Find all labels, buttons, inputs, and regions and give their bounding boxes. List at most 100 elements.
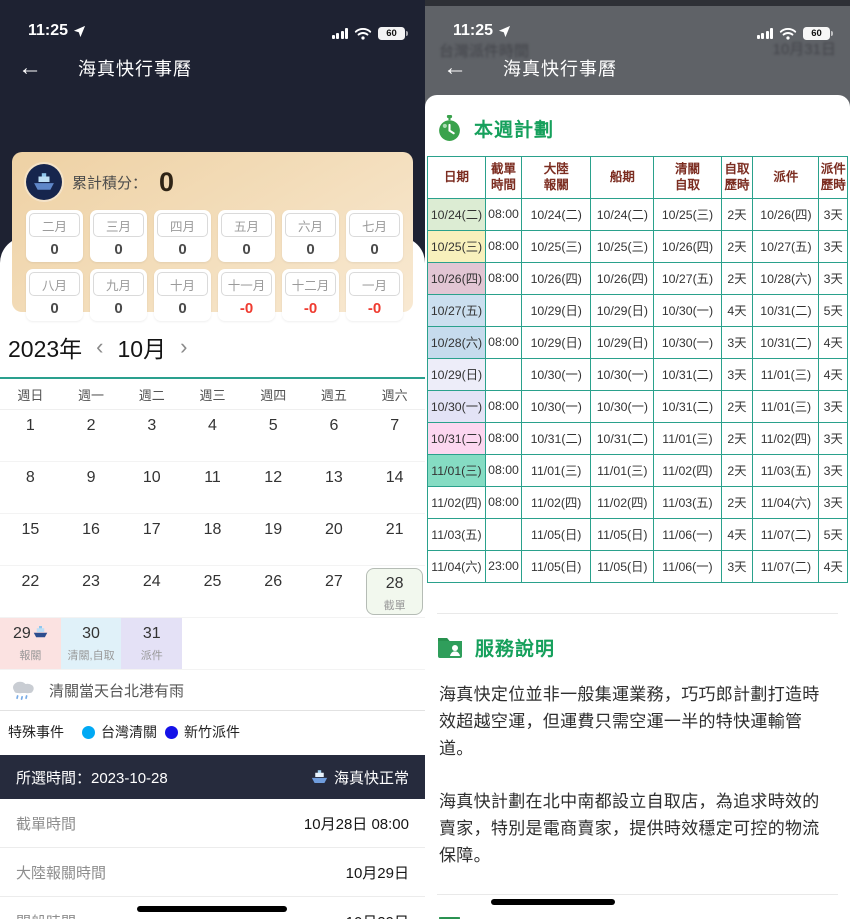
calendar-day[interactable]: 24 [121,566,182,617]
table-cell: 11/05(日) [521,517,592,551]
points-month-cell: 十一月 -0 [218,269,275,321]
table-cell: 10/31(二) [752,325,820,359]
day-number: 31 [142,625,161,642]
table-cell: 3天 [818,421,848,455]
table-cell: 08:00 [484,485,523,519]
calendar-year: 2023年 [8,336,83,362]
points-value: 0 [159,166,175,197]
detail-label: 大陸報關時間 [16,864,107,882]
calendar-day[interactable]: 14 [364,462,425,513]
home-indicator [137,906,287,912]
table-cell: 10/30(一) [521,357,592,391]
calendar-day[interactable]: 27 [304,566,365,617]
month-value: 0 [178,241,187,258]
table-cell: 10/29(日) [521,293,592,327]
month-label: 七月 [349,213,400,237]
calendar-day[interactable]: 30 清關,自取 [60,618,122,669]
next-month-button[interactable]: › [180,336,187,358]
calendar-day[interactable]: 29 報關 [0,618,61,669]
calendar-day[interactable]: 28 截單 [364,566,425,617]
ship-icon [33,626,47,638]
legend-dot-icon [82,725,95,739]
calendar-day[interactable]: 22 [0,566,61,617]
legend-row: 特殊事件 台灣清關 新竹派件 [0,711,425,755]
legend-title: 特殊事件 [8,724,64,740]
table-cell: 10/24(二) [521,197,592,231]
detail-label: 截單時間 [16,815,77,833]
rain-cloud-icon [13,681,34,700]
month-label: 十月 [157,272,208,296]
table-row: 10/30(一) 08:00 10/30(一) 10/30(一) 10/31(二) 2天 1… [427,389,848,423]
weekday-label: 週三 [199,388,226,403]
calendar-day[interactable]: 20 [304,514,365,565]
calendar-day[interactable]: 16 [61,514,122,565]
calendar-day [182,618,243,669]
calendar-day[interactable]: 2 [61,410,122,461]
prev-month-button[interactable]: ‹ [96,336,103,358]
legend-items: 台灣清關 新竹派件 [74,722,240,742]
back-icon[interactable]: ← [443,56,467,80]
table-cell: 10/29(日) [590,293,655,327]
points-month-cell: 三月 0 [90,210,147,262]
calendar-day[interactable]: 11 [182,462,243,513]
table-row: 10/26(四) 08:00 10/26(四) 10/26(四) 10/27(五) 2天 1… [427,261,848,295]
table-cell: 10/26(四) [521,261,592,295]
calendar-day[interactable]: 1 [0,410,61,461]
calendar-day[interactable]: 9 [61,462,122,513]
calendar-day[interactable]: 3 [121,410,182,461]
back-icon[interactable]: ← [18,56,42,80]
table-date-cell: 10/28(六) [427,325,486,359]
table-cell: 23:00 [484,549,523,583]
calendar-day[interactable]: 17 [121,514,182,565]
table-cell: 08:00 [484,421,523,455]
table-cell: 11/02(四) [752,421,820,455]
calendar-day[interactable]: 18 [182,514,243,565]
table-cell: 3天 [720,549,754,583]
day-number: 29 [0,625,61,643]
right-screen: 台灣派件時間 10月31日 11:25 60 ← 海真快行事曆 本週計劃 日期 … [425,0,850,919]
calendar-day[interactable]: 12 [243,462,304,513]
calendar-day[interactable]: 23 [61,566,122,617]
day-number: 28 [385,575,404,592]
calendar-day[interactable]: 7 [364,410,425,461]
calendar-day[interactable]: 8 [0,462,61,513]
calendar-day[interactable]: 21 [364,514,425,565]
calendar-day[interactable]: 13 [304,462,365,513]
table-row: 10/27(五) 10/29(日) 10/29(日) 10/30(一) 4天 10/31(… [427,293,848,327]
calendar-day[interactable]: 25 [182,566,243,617]
calendar-day[interactable]: 26 [243,566,304,617]
calendar-day[interactable]: 5 [243,410,304,461]
table-cell: 5天 [818,293,848,327]
table-cell: 2天 [720,389,754,423]
table-cell: 11/04(六) [752,485,820,519]
calendar-day[interactable]: 4 [182,410,243,461]
page-title: 海真快行事曆 [503,59,617,79]
table-cell: 11/02(四) [653,453,722,487]
location-arrow-icon [73,25,86,37]
day-number: 12 [264,469,283,486]
detail-row: 大陸報關時間 10月29日 [0,848,425,897]
ship-icon [33,625,48,643]
calendar-grid: 1 2 3 4 5 6 7 8 9 10 11 12 13 14 15 16 17 18 19 20 21 22 23 24 2… [0,410,425,670]
calendar-week-row: 29 報關 30 清關,自取 31 派件 [0,618,425,670]
service-header: 服務說明 [425,614,850,673]
table-date-cell: 10/24(二) [427,197,486,231]
table-row: 10/28(六) 08:00 10/29(日) 10/29(日) 10/30(一) 3天 1… [427,325,848,359]
table-cell: 2天 [720,421,754,455]
table-cell: 11/03(五) [752,453,820,487]
calendar-day[interactable]: 15 [0,514,61,565]
table-row: 10/24(二) 08:00 10/24(二) 10/24(二) 10/25(三) 2天 1… [427,197,848,231]
table-header-cell: 派件 歷時 [818,156,848,199]
table-date-cell: 10/29(日) [427,357,486,391]
table-cell: 10/30(一) [590,357,655,391]
calendar-day[interactable]: 19 [243,514,304,565]
calendar-day[interactable]: 31 派件 [121,618,183,669]
month-label: 三月 [93,213,144,237]
ship-icon [34,173,54,190]
table-cell: 10/28(六) [752,261,820,295]
day-number: 2 [86,417,96,434]
calendar-day[interactable]: 6 [304,410,365,461]
status-bar: 11:25 60 [425,0,850,44]
table-cell: 10/24(二) [590,197,655,231]
calendar-day[interactable]: 10 [121,462,182,513]
